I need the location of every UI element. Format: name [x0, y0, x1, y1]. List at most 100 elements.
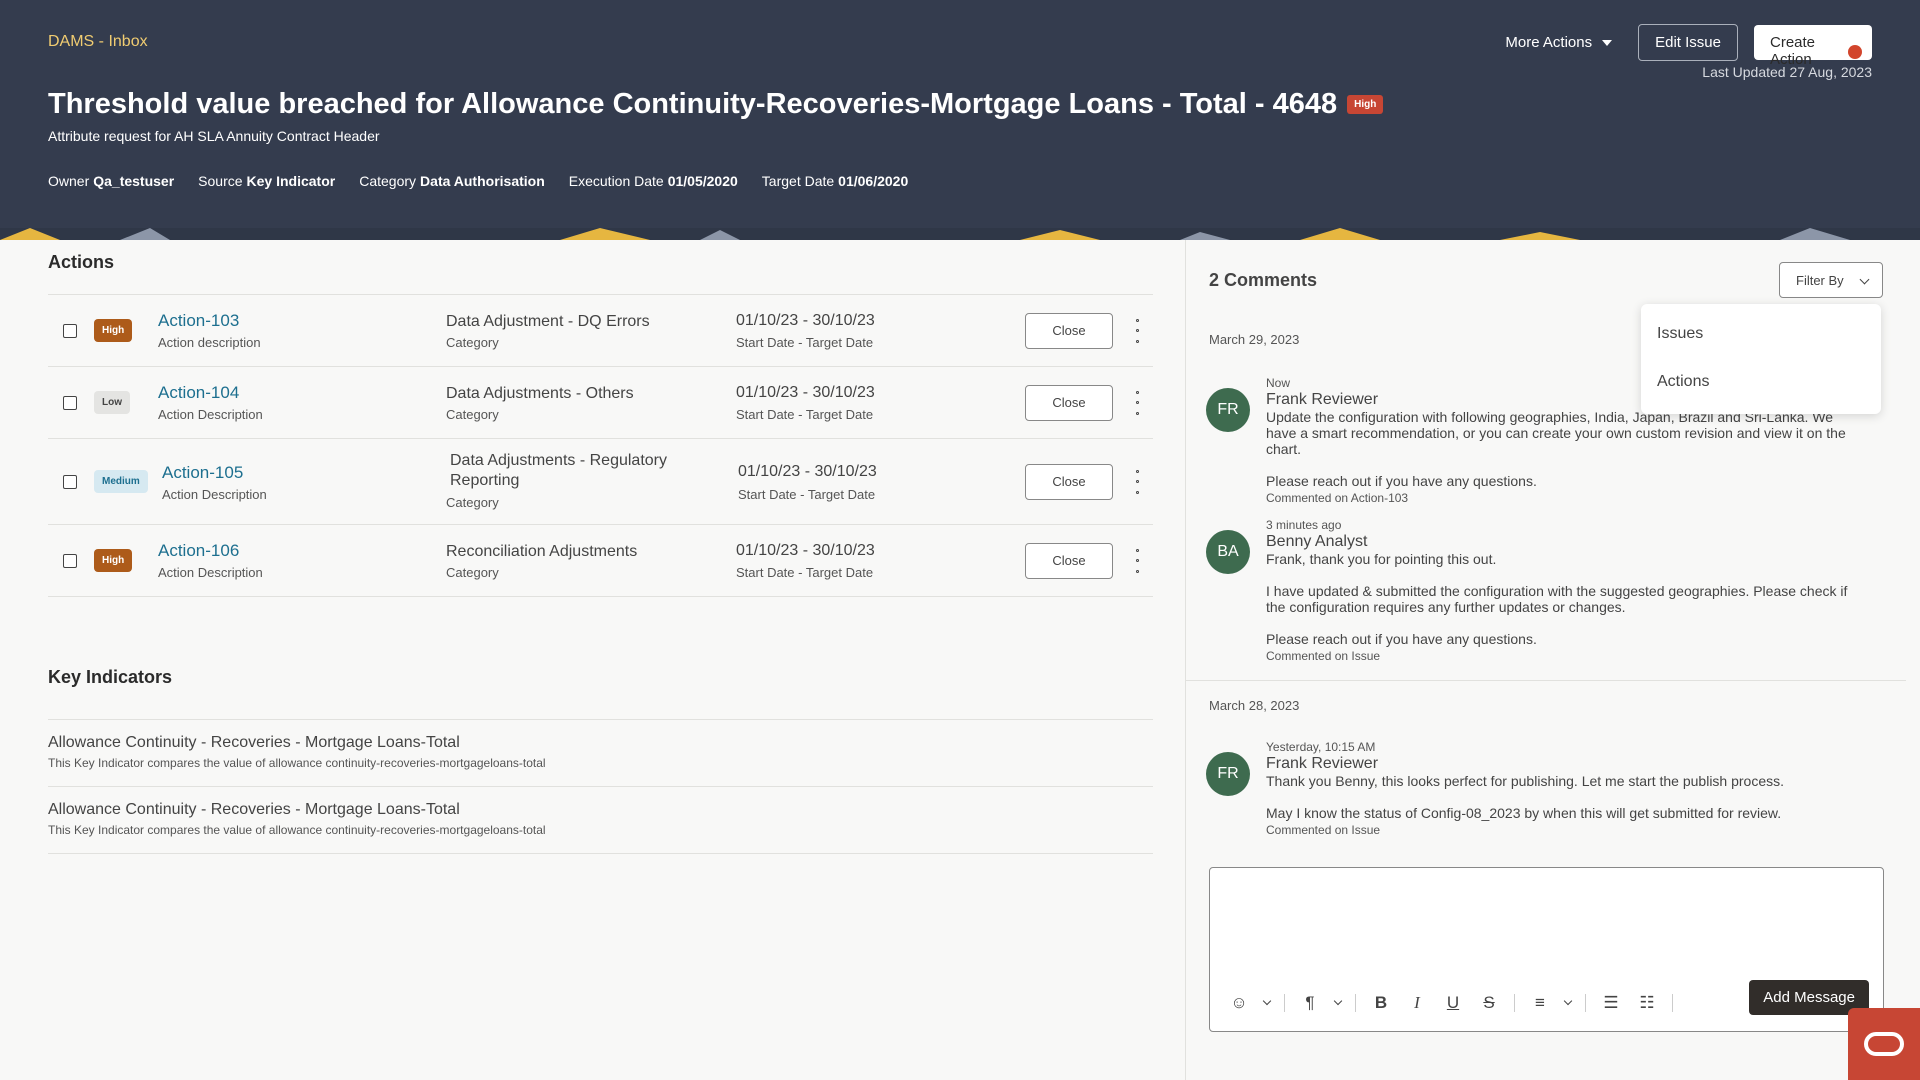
cursor-indicator: [1848, 45, 1862, 59]
header-pattern: [0, 228, 1920, 240]
meta-label: Source: [198, 173, 243, 189]
message-editor[interactable]: ☺ ¶ B I U S ≡ ☰ ☷ Add Message: [1209, 867, 1884, 1032]
action-dates: 01/10/23 - 30/10/23: [736, 542, 875, 559]
key-indicator-name: Allowance Continuity - Recoveries - Mort…: [48, 734, 460, 751]
comment-group-divider: [1186, 680, 1906, 681]
close-button[interactable]: Close: [1025, 542, 1113, 579]
row-checkbox[interactable]: [63, 553, 77, 568]
meta-label: Owner: [48, 173, 90, 189]
kebab-menu-icon[interactable]: [1134, 469, 1140, 494]
assistant-launcher-icon[interactable]: [1848, 1008, 1920, 1080]
page-subtitle: Attribute request for AH SLA Annuity Con…: [48, 128, 380, 144]
bold-icon[interactable]: B: [1370, 993, 1392, 1013]
chevron-down-icon: [1859, 274, 1870, 285]
issue-meta: Owner Qa_testuser Source Key Indicator Cat…: [48, 173, 908, 189]
close-button[interactable]: Close: [1025, 384, 1113, 421]
meta-value: Key Indicator: [246, 173, 336, 189]
more-actions-button[interactable]: More Actions: [1495, 26, 1622, 59]
kebab-menu-icon[interactable]: [1134, 548, 1140, 573]
close-button[interactable]: Close: [1025, 312, 1113, 349]
dates-label: Start Date - Target Date: [736, 335, 874, 350]
filter-by-label: Filter By: [1796, 272, 1844, 288]
action-category: Data Adjustments - Others: [446, 385, 634, 402]
edit-issue-button[interactable]: Edit Issue: [1638, 24, 1738, 61]
align-icon[interactable]: ≡: [1529, 993, 1551, 1013]
action-link[interactable]: Action-103: [158, 311, 239, 331]
meta-label: Category: [359, 173, 417, 189]
action-row: Low Action-104 Action Description Data A…: [48, 367, 1153, 439]
row-checkbox[interactable]: [63, 323, 77, 338]
comments-title: 2 Comments: [1209, 270, 1318, 290]
chevron-down-icon[interactable]: [1563, 996, 1573, 1006]
comment-paragraph: Update the configuration with following …: [1266, 409, 1846, 457]
italic-icon[interactable]: I: [1406, 993, 1428, 1013]
row-checkbox[interactable]: [63, 395, 77, 410]
comment-time: Yesterday, 10:15 AM: [1266, 740, 1376, 754]
comment-text: Frank, thank you for pointing this out. …: [1266, 551, 1866, 647]
meta-execution-date: Execution Date 01/05/2020: [569, 173, 738, 189]
meta-value: 01/06/2020: [838, 173, 909, 189]
comment-reference: Commented on Issue: [1266, 823, 1381, 837]
actions-title: Actions: [48, 252, 115, 272]
priority-badge: Low: [94, 390, 130, 414]
chevron-down-icon[interactable]: [1333, 996, 1343, 1006]
key-indicator-description: This Key Indicator compares the value of…: [48, 756, 546, 770]
left-panel: Actions High Action-103 Action descripti…: [48, 240, 1153, 854]
meta-owner: Owner Qa_testuser: [48, 173, 174, 189]
comments-panel: 2 Comments Filter By March 29, 2023 FR N…: [1185, 240, 1920, 1080]
action-link[interactable]: Action-105: [162, 463, 243, 483]
category-label: Category: [446, 335, 499, 350]
meta-label: Target Date: [761, 173, 835, 189]
underline-icon[interactable]: U: [1442, 993, 1464, 1013]
action-description: Action Description: [158, 565, 263, 580]
dates-label: Start Date - Target Date: [738, 487, 876, 502]
filter-option-actions[interactable]: Actions: [1641, 358, 1881, 406]
caret-down-icon: [1602, 39, 1613, 46]
comment-paragraph: Frank, thank you for pointing this out.: [1266, 551, 1497, 567]
key-indicator-description: This Key Indicator compares the value of…: [48, 823, 546, 837]
category-label: Category: [446, 565, 499, 580]
breadcrumb[interactable]: DAMS - Inbox: [48, 33, 148, 51]
action-row: High Action-103 Action description Data …: [48, 295, 1153, 367]
create-action-button[interactable]: Create Action: [1754, 25, 1872, 68]
kebab-menu-icon[interactable]: [1134, 318, 1140, 343]
strikethrough-icon[interactable]: S: [1478, 993, 1500, 1013]
priority-badge: High: [1347, 95, 1384, 114]
filter-by-select[interactable]: Filter By: [1779, 262, 1883, 298]
comment-paragraph: Please reach out if you have any questio…: [1266, 473, 1537, 489]
close-button[interactable]: Close: [1025, 463, 1113, 500]
avatar: FR: [1206, 752, 1250, 796]
comment-reference: Commented on Issue: [1266, 649, 1381, 663]
priority-badge: High: [94, 548, 133, 572]
key-indicator-row[interactable]: Allowance Continuity - Recoveries - Mort…: [48, 787, 1153, 854]
chevron-down-icon[interactable]: [1262, 996, 1272, 1006]
comment-reference: Commented on Action-103: [1266, 491, 1409, 505]
avatar: FR: [1206, 388, 1250, 432]
numbered-list-icon[interactable]: ☷: [1636, 993, 1658, 1013]
action-link[interactable]: Action-104: [158, 383, 239, 403]
page-title: Threshold value breached for Allowance C…: [48, 88, 1338, 120]
comment-date-separator: March 28, 2023: [1209, 698, 1300, 713]
bulleted-list-icon[interactable]: ☰: [1600, 993, 1622, 1013]
row-checkbox[interactable]: [63, 474, 77, 489]
action-row: High Action-106 Action Description Recon…: [48, 525, 1153, 597]
toolbar-divider: [1672, 994, 1673, 1012]
action-category: Data Adjustment - DQ Errors: [446, 313, 650, 330]
action-link[interactable]: Action-106: [158, 541, 239, 561]
comment-date-separator: March 29, 2023: [1209, 332, 1300, 347]
emoji-icon[interactable]: ☺: [1228, 993, 1250, 1013]
actions-list: High Action-103 Action description Data …: [48, 294, 1153, 597]
comment-time: 3 minutes ago: [1266, 518, 1342, 532]
comment-item: FR Yesterday, 10:15 AM Frank Reviewer Th…: [1206, 740, 1866, 837]
kebab-menu-icon[interactable]: [1134, 390, 1140, 415]
filter-option-issues[interactable]: Issues: [1641, 310, 1881, 358]
meta-value: 01/05/2020: [667, 173, 738, 189]
editor-toolbar: ☺ ¶ B I U S ≡ ☰ ☷: [1228, 993, 1673, 1013]
key-indicator-row[interactable]: Allowance Continuity - Recoveries - Mort…: [48, 720, 1153, 787]
key-indicators-title: Key Indicators: [48, 667, 173, 687]
key-indicators-list: Allowance Continuity - Recoveries - Mort…: [48, 719, 1153, 854]
toolbar-divider: [1284, 994, 1285, 1012]
text-size-icon[interactable]: ¶: [1299, 993, 1321, 1013]
comment-body: 3 minutes ago Benny Analyst Frank, thank…: [1266, 518, 1866, 663]
category-label: Category: [446, 495, 499, 510]
